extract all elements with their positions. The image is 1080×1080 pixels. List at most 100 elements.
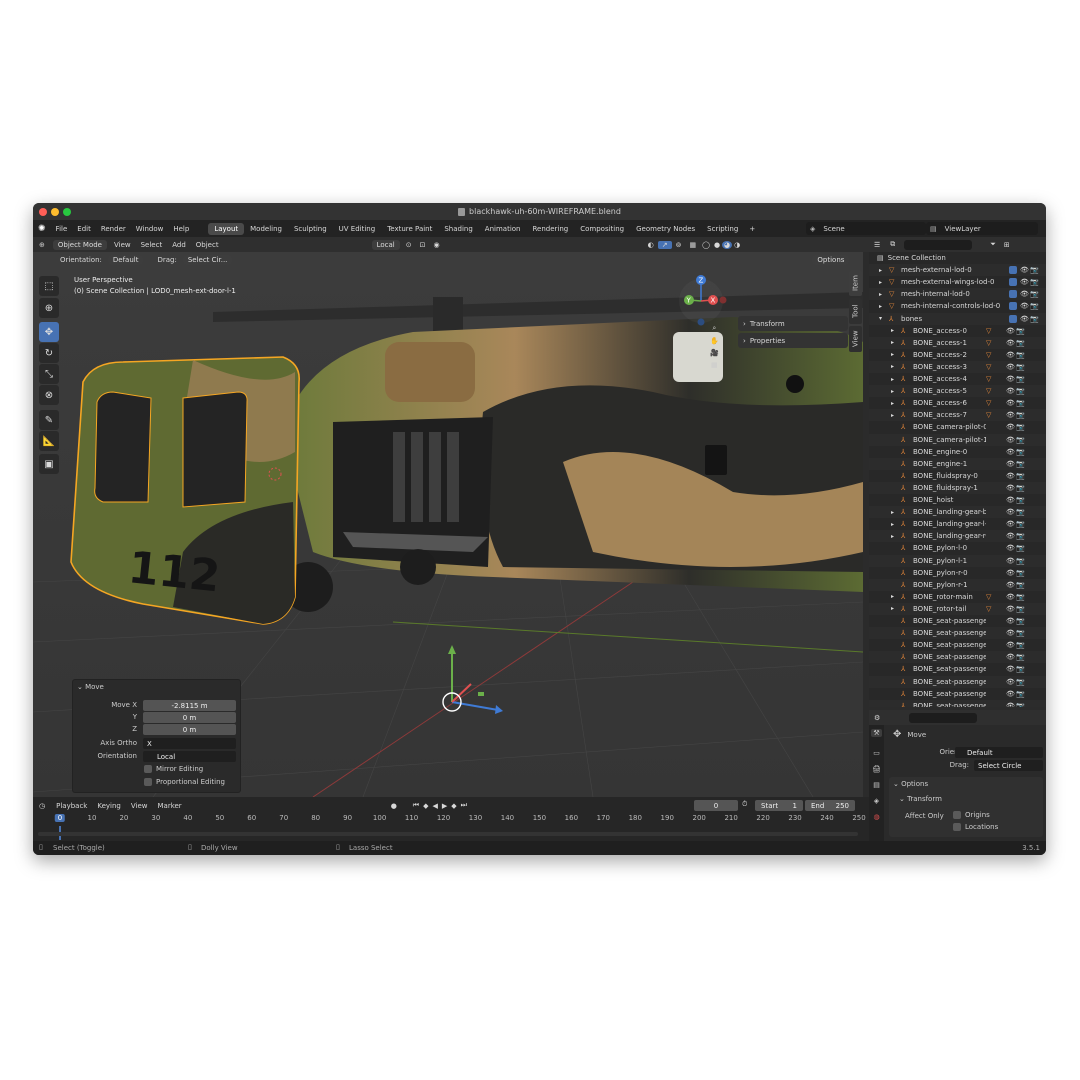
visibility-icon[interactable]: ◐: [644, 241, 658, 249]
camera-icon[interactable]: 📷: [1016, 544, 1026, 552]
jump-start-icon[interactable]: ⏮: [411, 801, 421, 810]
proportional-icon[interactable]: ◉: [430, 241, 444, 249]
outliner-bone[interactable]: ⅄ BONE_seat-passenger-7 👁 📷: [869, 699, 1046, 707]
camera-icon[interactable]: 📷: [1016, 508, 1026, 516]
camera-icon[interactable]: 📷: [1016, 641, 1026, 649]
menu-help[interactable]: Help: [168, 225, 194, 233]
filter-icon[interactable]: ⏷: [986, 240, 1000, 249]
eye-icon[interactable]: 👁: [1006, 593, 1016, 601]
outliner-collection[interactable]: ▸ ▽ mesh-external-wings-lod-0 👁 📷: [869, 276, 1046, 288]
eye-icon[interactable]: 👁: [1006, 508, 1016, 516]
eye-icon[interactable]: 👁: [1006, 411, 1016, 419]
drag-dropdown[interactable]: Select Cir...: [182, 254, 233, 265]
marker-menu[interactable]: Marker: [152, 802, 186, 810]
view-menu[interactable]: View: [109, 241, 136, 249]
eye-icon[interactable]: 👁: [1006, 423, 1016, 431]
camera-icon[interactable]: 📷: [1016, 423, 1026, 431]
mirror-editing-checkbox[interactable]: Mirror Editing: [144, 765, 203, 773]
camera-icon[interactable]: 📷: [1016, 375, 1026, 383]
eye-icon[interactable]: 👁: [1020, 315, 1030, 323]
jump-end-icon[interactable]: ⏭: [459, 801, 469, 810]
affect-locations-checkbox[interactable]: Locations: [953, 823, 998, 831]
camera-icon[interactable]: 📷: [1030, 278, 1040, 286]
outliner-bone[interactable]: ⅄ BONE_seat-passenger-5 👁 📷: [869, 675, 1046, 688]
chevron-right-icon[interactable]: ▸: [891, 363, 901, 370]
eye-icon[interactable]: 👁: [1006, 339, 1016, 347]
camera-icon[interactable]: 🎥: [710, 349, 719, 357]
tab-rendering[interactable]: Rendering: [526, 223, 574, 235]
shading-wireframe-icon[interactable]: ◯: [700, 241, 712, 249]
tool-tab-icon[interactable]: ⚒: [871, 729, 882, 737]
tab-sculpting[interactable]: Sculpting: [288, 223, 333, 235]
tab-layout[interactable]: Layout: [208, 222, 245, 235]
outliner-bone[interactable]: ▸ ⅄ BONE_access-1 ▽ 👁 📷: [869, 336, 1046, 349]
outliner-bone[interactable]: ⅄ BONE_seat-passenger-3 👁 📷: [869, 651, 1046, 664]
chevron-right-icon[interactable]: ▸: [891, 388, 901, 395]
transform-space-dropdown[interactable]: Local: [371, 239, 400, 250]
outliner-bone[interactable]: ▸ ⅄ BONE_access-4 ▽ 👁 📷: [869, 373, 1046, 385]
add-cube-tool[interactable]: ▣: [39, 454, 59, 474]
outliner-bone[interactable]: ▸ ⅄ BONE_rotor-tail ▽ 👁 📷: [869, 602, 1046, 615]
snap-icon[interactable]: ⊡: [416, 241, 430, 249]
prev-keyframe-icon[interactable]: ◆: [421, 802, 430, 810]
shading-solid-icon[interactable]: ●: [712, 241, 722, 249]
props-orientation-dropdown[interactable]: Default: [955, 747, 1043, 758]
close-window-button[interactable]: [39, 208, 47, 216]
outliner-bone[interactable]: ⅄ BONE_pylon-r-0 👁 📷: [869, 567, 1046, 579]
chevron-right-icon[interactable]: ▸: [891, 376, 901, 383]
new-collection-icon[interactable]: ⊞: [1000, 241, 1014, 249]
include-checkbox[interactable]: [1009, 278, 1017, 287]
navigation-gizmo[interactable]: Z Y X: [673, 274, 733, 334]
camera-icon[interactable]: 📷: [1016, 363, 1026, 371]
outliner-bone[interactable]: ⅄ BONE_seat-passenger-6 👁 📷: [869, 688, 1046, 700]
outliner-root[interactable]: ▤ Scene Collection: [869, 252, 1046, 264]
eye-icon[interactable]: 👁: [1006, 581, 1016, 589]
outliner-bone[interactable]: ▸ ⅄ BONE_access-0 ▽ 👁 📷: [869, 325, 1046, 337]
camera-icon[interactable]: 📷: [1016, 448, 1026, 456]
outliner-bone[interactable]: ⅄ BONE_engine-1 👁 📷: [869, 457, 1046, 470]
outliner-bone[interactable]: ⅄ BONE_pylon-l-1 👁 📷: [869, 554, 1046, 567]
chevron-right-icon[interactable]: ▸: [879, 291, 889, 298]
axis-ortho-dropdown[interactable]: X: [143, 738, 236, 749]
include-checkbox[interactable]: [1009, 314, 1017, 323]
outliner-bone[interactable]: ⅄ BONE_fluidspray-1 👁 📷: [869, 481, 1046, 494]
shading-material-icon[interactable]: ◕: [722, 240, 733, 249]
eye-icon[interactable]: 👁: [1006, 520, 1016, 528]
eye-icon[interactable]: 👁: [1006, 653, 1016, 661]
tab-compositing[interactable]: Compositing: [574, 223, 630, 235]
scene-selector[interactable]: ◈ Scene: [806, 222, 926, 235]
transform-section[interactable]: › Transform: [738, 316, 848, 331]
outliner-bone[interactable]: ▸ ⅄ BONE_landing-gear-l-0 👁 📷: [869, 518, 1046, 530]
include-checkbox[interactable]: [1009, 302, 1017, 311]
props-drag-dropdown[interactable]: Select Circle: [974, 760, 1043, 771]
camera-icon[interactable]: 📷: [1016, 678, 1026, 686]
chevron-right-icon[interactable]: ▸: [891, 339, 901, 346]
zoom-window-button[interactable]: [63, 208, 71, 216]
menu-file[interactable]: File: [51, 225, 73, 233]
3d-viewport[interactable]: 112 ⬚ ⊕ ✥ ↻ ⤡ ⊗ ✎ 📐 ▣ User Perspective (…: [33, 252, 863, 797]
scene-tab-icon[interactable]: ◈: [871, 797, 882, 805]
eye-icon[interactable]: 👁: [1006, 544, 1016, 552]
add-workspace-button[interactable]: +: [744, 225, 760, 233]
outliner-bone[interactable]: ⅄ BONE_seat-passenger-2 👁 📷: [869, 639, 1046, 651]
outliner-search-input[interactable]: [904, 239, 973, 250]
chevron-right-icon[interactable]: ▸: [891, 521, 901, 528]
chevron-down-icon[interactable]: ▾: [879, 315, 889, 322]
timeline-editor-icon[interactable]: ◷: [33, 802, 51, 810]
minimize-window-button[interactable]: [51, 208, 59, 216]
overlay-toggle-icon[interactable]: ⊚: [672, 241, 686, 249]
tab-item[interactable]: Item: [849, 270, 862, 296]
camera-icon[interactable]: 📷: [1016, 484, 1026, 492]
eye-icon[interactable]: 👁: [1006, 375, 1016, 383]
outliner-bone[interactable]: ▸ ⅄ BONE_access-7 ▽ 👁 📷: [869, 409, 1046, 422]
camera-icon[interactable]: 📷: [1016, 605, 1026, 613]
camera-icon[interactable]: 📷: [1016, 460, 1026, 468]
orientation-dropdown[interactable]: Default: [107, 254, 144, 265]
timeline-scrollbar[interactable]: [38, 832, 858, 836]
transform-subpanel-header[interactable]: ⌄ Transform: [899, 795, 942, 803]
next-keyframe-icon[interactable]: ◆: [449, 802, 458, 810]
view-layer-selector[interactable]: ▤ ViewLayer: [926, 222, 1038, 235]
eye-icon[interactable]: 👁: [1020, 266, 1030, 274]
scale-tool[interactable]: ⤡: [39, 364, 59, 384]
eye-icon[interactable]: 👁: [1006, 387, 1016, 395]
